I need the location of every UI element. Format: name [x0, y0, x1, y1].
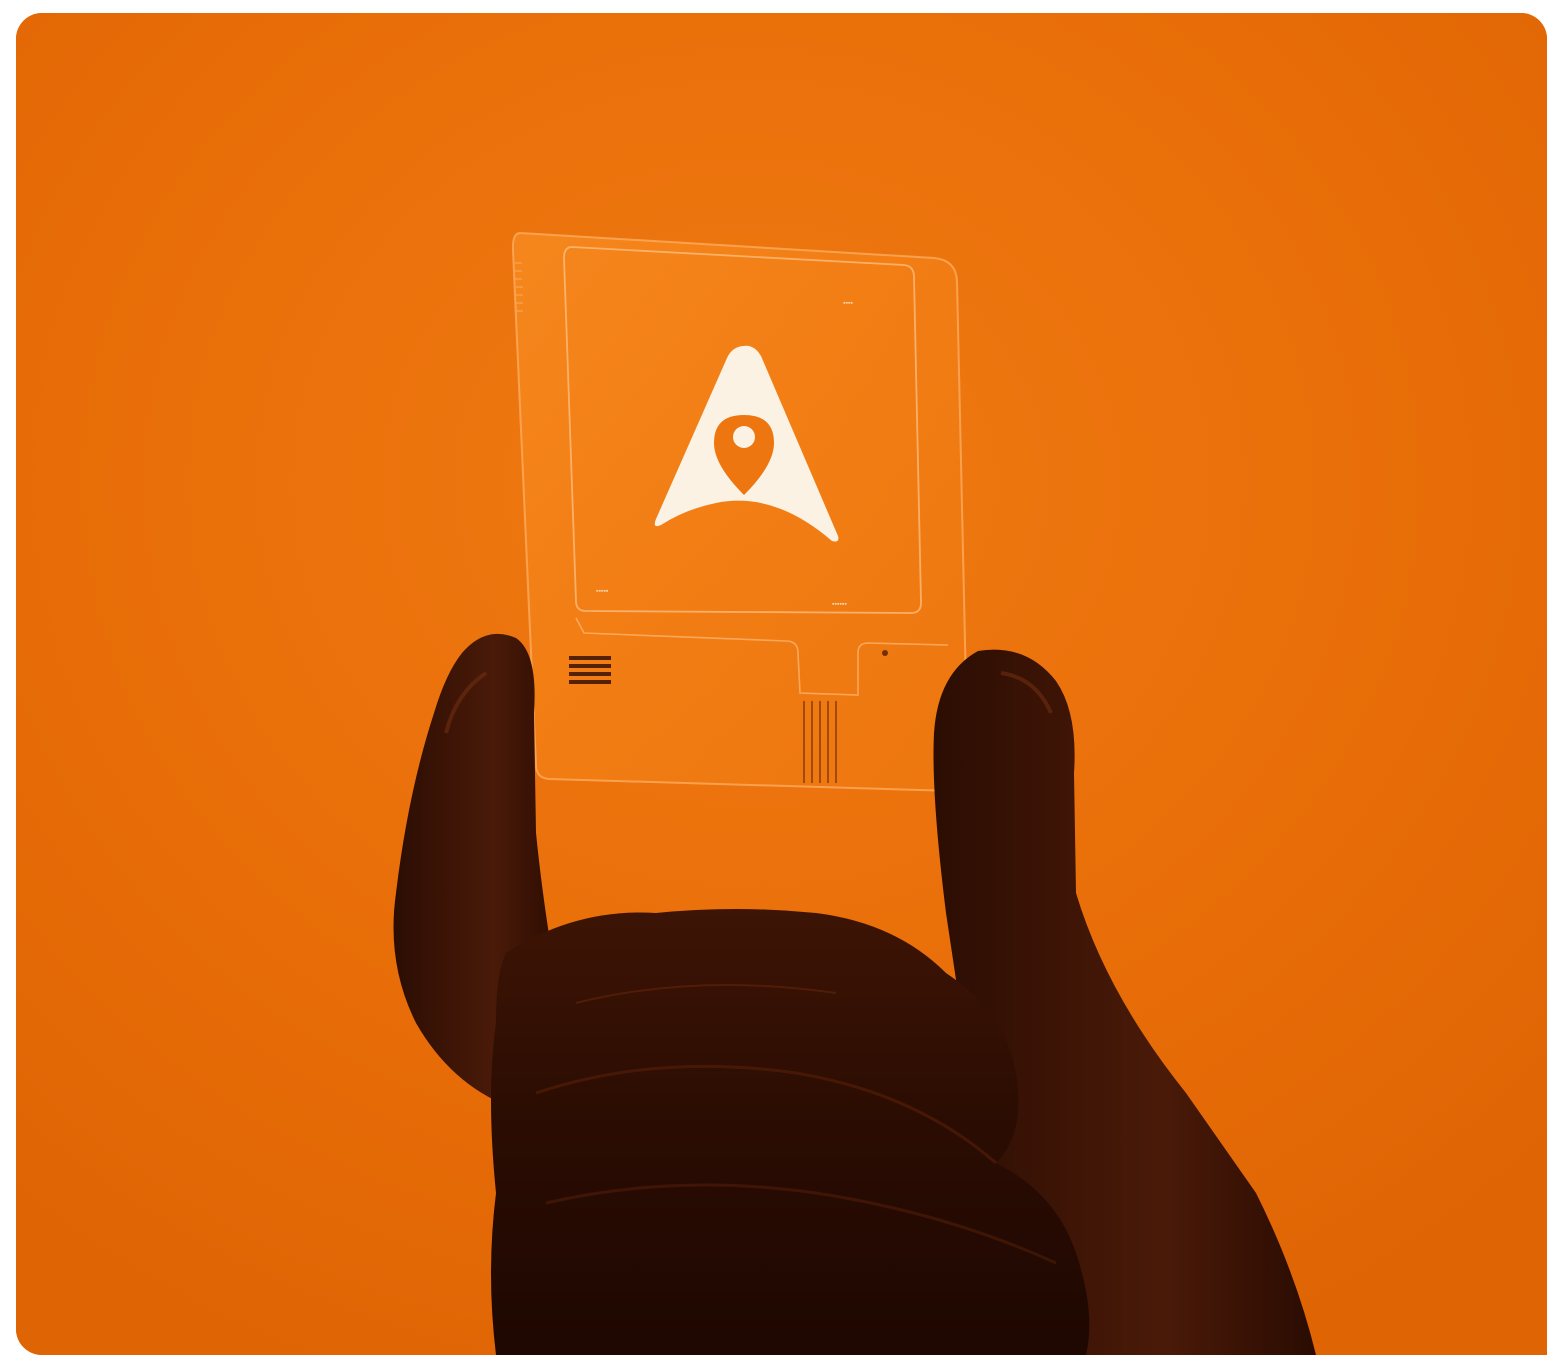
card-left-text: ▪▪▪▪▪ [596, 588, 609, 595]
photo-illustration: ▪▪▪▪ ▪▪▪▪▪ ▪▪▪▪▪▪ [16, 13, 1547, 1355]
photo-frame: ▪▪▪▪ ▪▪▪▪▪ ▪▪▪▪▪▪ [16, 13, 1547, 1355]
card-corner-text: ▪▪▪▪ [843, 300, 853, 307]
card-right-text: ▪▪▪▪▪▪ [832, 601, 847, 608]
transparent-card: ▪▪▪▪ ▪▪▪▪▪ ▪▪▪▪▪▪ [511, 231, 970, 793]
